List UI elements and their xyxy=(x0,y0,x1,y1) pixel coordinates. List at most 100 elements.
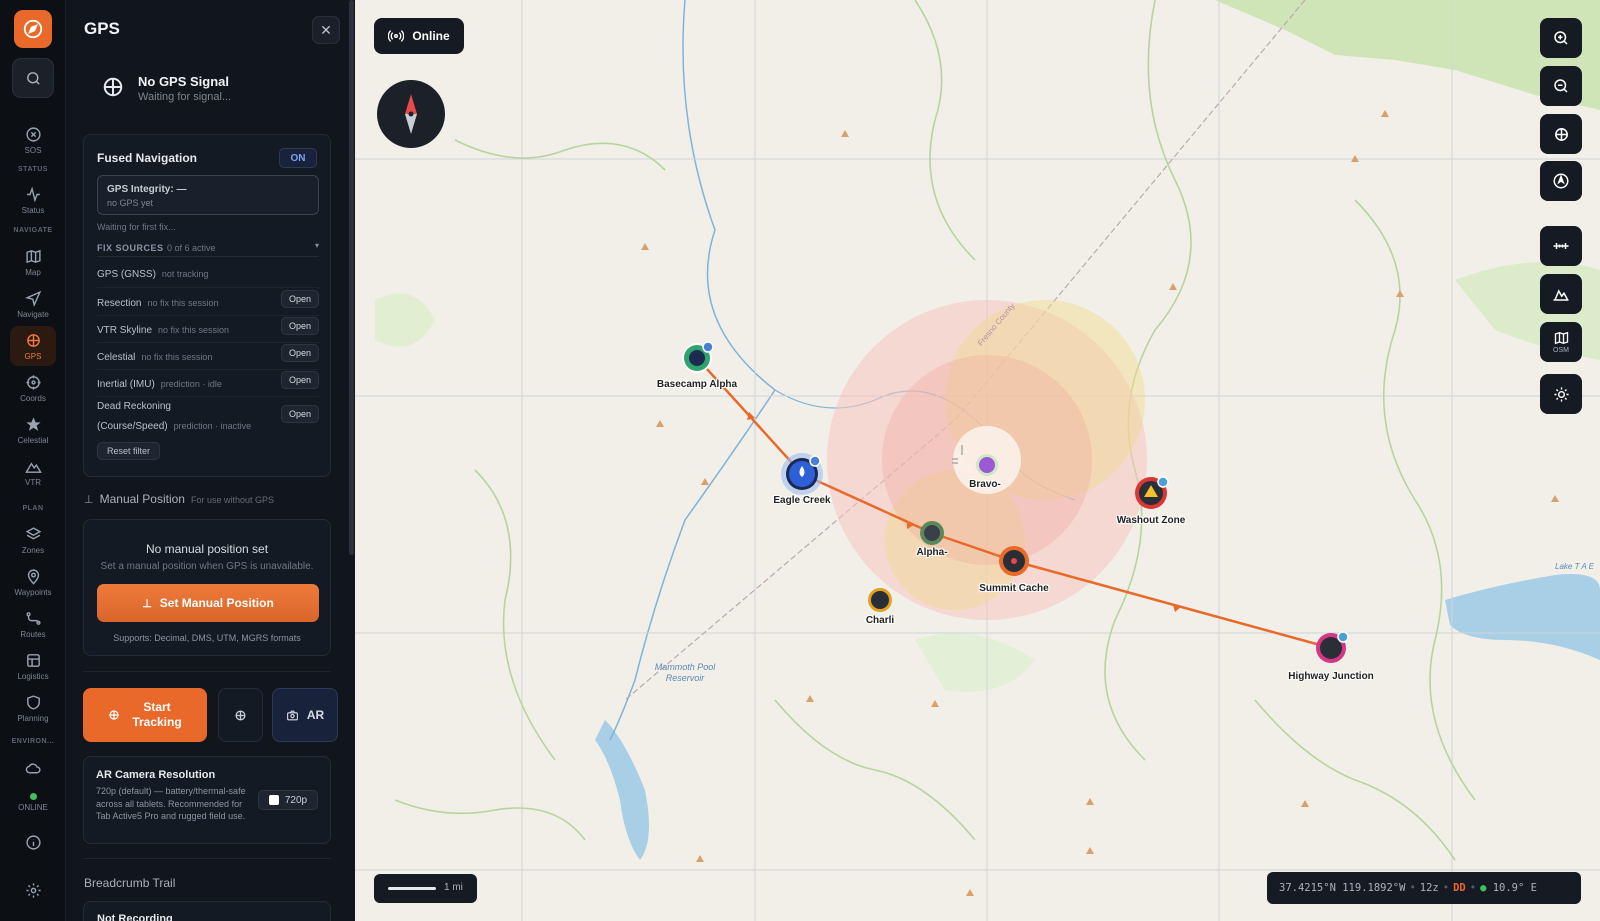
set-manual-position-label: Set Manual Position xyxy=(159,596,274,610)
open-dead-reckoning-button[interactable]: Open xyxy=(281,405,319,423)
map-canvas[interactable]: Basecamp Alpha Eagle Creek Bravo- Alpha-… xyxy=(355,0,1600,921)
start-tracking-button[interactable]: Start Tracking xyxy=(83,688,207,742)
rail-item-status[interactable]: Status xyxy=(10,180,56,220)
reservoir-label: Mammoth Pool Reservoir xyxy=(654,662,716,683)
waypoint-label[interactable]: Summit Cache xyxy=(979,583,1048,594)
zoom-out-icon xyxy=(1554,79,1568,93)
rail-item-routes[interactable]: Routes xyxy=(10,604,56,644)
open-resection-button[interactable]: Open xyxy=(281,290,319,308)
gps-status-title: No GPS Signal xyxy=(138,74,230,89)
rail-item-online: ONLINE xyxy=(10,782,56,822)
crosshair-icon xyxy=(109,710,119,720)
gps-status-subtitle: Waiting for signal... xyxy=(138,91,232,103)
status-dot-icon: ● xyxy=(1480,882,1487,894)
pin-icon xyxy=(27,568,39,585)
brightness-icon xyxy=(1553,386,1569,402)
ar-label: AR xyxy=(306,708,325,722)
rail-label: Status xyxy=(21,205,45,215)
fused-navigation-card: Fused Navigation ON GPS Integrity: — no … xyxy=(83,134,331,477)
compass-widget[interactable] xyxy=(377,80,445,148)
sos-icon xyxy=(25,126,41,142)
north-up-button[interactable] xyxy=(1540,161,1582,201)
reset-filter-button[interactable]: Reset filter xyxy=(97,442,161,460)
waypoint-label[interactable]: Bravo- xyxy=(969,479,1001,490)
settings-button[interactable] xyxy=(10,870,56,910)
zoom-out-button[interactable] xyxy=(1540,66,1582,106)
gps-integrity-box: GPS Integrity: — no GPS yet xyxy=(97,175,319,215)
set-manual-position-button[interactable]: ⊥ Set Manual Position xyxy=(97,584,319,622)
locate-me-button[interactable] xyxy=(1540,114,1582,154)
rail-label: GPS xyxy=(24,351,42,361)
box-icon xyxy=(26,653,40,667)
waypoint-marker-basecamp-alpha xyxy=(682,341,714,373)
waypoint-label[interactable]: Alpha- xyxy=(916,547,947,558)
ar-camera-card: AR Camera Resolution 720p (default) — ba… xyxy=(83,756,331,844)
rail-item-navigate[interactable]: Navigate xyxy=(10,284,56,324)
open-vtr-skyline-button[interactable]: Open xyxy=(281,317,319,335)
elevation-profile-button[interactable] xyxy=(1540,274,1582,314)
panel-scrollbar[interactable] xyxy=(349,0,354,555)
map-style-button[interactable]: OSM xyxy=(1540,322,1582,362)
waypoint-marker-eagle-creek xyxy=(781,453,823,495)
resolution-checkbox[interactable] xyxy=(268,795,279,805)
open-imu-button[interactable]: Open xyxy=(281,371,319,389)
rail-item-map[interactable]: Map xyxy=(10,242,56,282)
source-detail: no fix this session xyxy=(141,352,213,362)
rail-item-coords[interactable]: Coords xyxy=(10,368,56,408)
connection-status-pill[interactable]: Online xyxy=(374,18,464,54)
source-detail: not tracking xyxy=(161,269,209,279)
rail-item-celestial[interactable]: Celestial xyxy=(10,410,56,450)
close-icon: ✕ xyxy=(320,21,332,38)
waypoint-label[interactable]: Washout Zone xyxy=(1117,515,1186,526)
measure-icon xyxy=(1553,243,1569,249)
manual-empty-title: No manual position set xyxy=(145,542,269,556)
measure-button[interactable] xyxy=(1540,226,1582,266)
waypoint-marker-alpha xyxy=(920,521,944,545)
fused-toggle[interactable]: ON xyxy=(279,148,317,168)
rail-item-logistics[interactable]: Logistics xyxy=(10,646,56,686)
activity-icon xyxy=(26,185,40,203)
coord-lat: 37.4215°N xyxy=(1279,882,1336,894)
waypoint-label[interactable]: Charli xyxy=(866,615,894,626)
fix-sources-header[interactable]: FIX SOURCES 0 of 6 active ▾ xyxy=(97,241,319,257)
coordinate-readout[interactable]: 37.4215°N 119.1892°W • 12z • DD • ● 10.9° E xyxy=(1267,872,1581,904)
info-icon xyxy=(25,834,41,850)
brightness-button[interactable] xyxy=(1540,374,1582,414)
source-name: Inertial (IMU) xyxy=(97,379,155,390)
ar-button[interactable]: AR xyxy=(272,688,338,742)
app-logo-compass-icon[interactable] xyxy=(14,10,52,48)
coord-zoom: 12z xyxy=(1419,882,1439,894)
source-name: VTR Skyline xyxy=(97,325,153,336)
close-panel-button[interactable]: ✕ xyxy=(312,16,340,44)
rail-item-waypoints[interactable]: Waypoints xyxy=(10,562,56,602)
ar-camera-title: AR Camera Resolution xyxy=(96,769,216,781)
coord-declination: 10.9° E xyxy=(1492,882,1537,894)
locate-icon xyxy=(1554,127,1568,141)
open-celestial-button[interactable]: Open xyxy=(281,344,319,362)
divider xyxy=(83,671,331,672)
zoom-in-icon xyxy=(1554,31,1568,45)
integrity-subtitle: no GPS yet xyxy=(107,198,154,208)
rail-item-gps[interactable]: GPS xyxy=(10,326,56,366)
zoom-in-button[interactable] xyxy=(1540,18,1582,58)
rail-item-sos[interactable]: SOS xyxy=(10,120,56,160)
gps-panel: GPS ✕ No GPS Signal Waiting for signal..… xyxy=(66,0,355,921)
info-button[interactable] xyxy=(10,822,56,862)
lake-label: Lake T A E xyxy=(1555,562,1594,571)
center-on-position-button[interactable] xyxy=(218,688,263,742)
waypoint-label[interactable]: Eagle Creek xyxy=(773,495,830,506)
resolution-value: 720p xyxy=(284,794,308,806)
coord-format-toggle[interactable]: DD xyxy=(1453,882,1466,894)
rail-section-environ: ENVIRON... xyxy=(11,738,55,745)
ar-resolution-select[interactable]: 720p xyxy=(258,790,318,810)
pin-icon: ⊥ xyxy=(142,597,152,610)
elevation-icon xyxy=(1553,289,1569,301)
waypoint-label[interactable]: Highway Junction xyxy=(1288,671,1374,682)
search-button[interactable] xyxy=(12,58,54,98)
rail-item-vtr[interactable]: VTR xyxy=(10,452,56,492)
rail-item-planning[interactable]: Planning xyxy=(10,688,56,728)
crosshair-icon xyxy=(235,709,246,721)
scale-bar-label: 1 mi xyxy=(444,882,463,893)
waypoint-label[interactable]: Basecamp Alpha xyxy=(657,379,737,390)
rail-item-zones[interactable]: Zones xyxy=(10,520,56,560)
